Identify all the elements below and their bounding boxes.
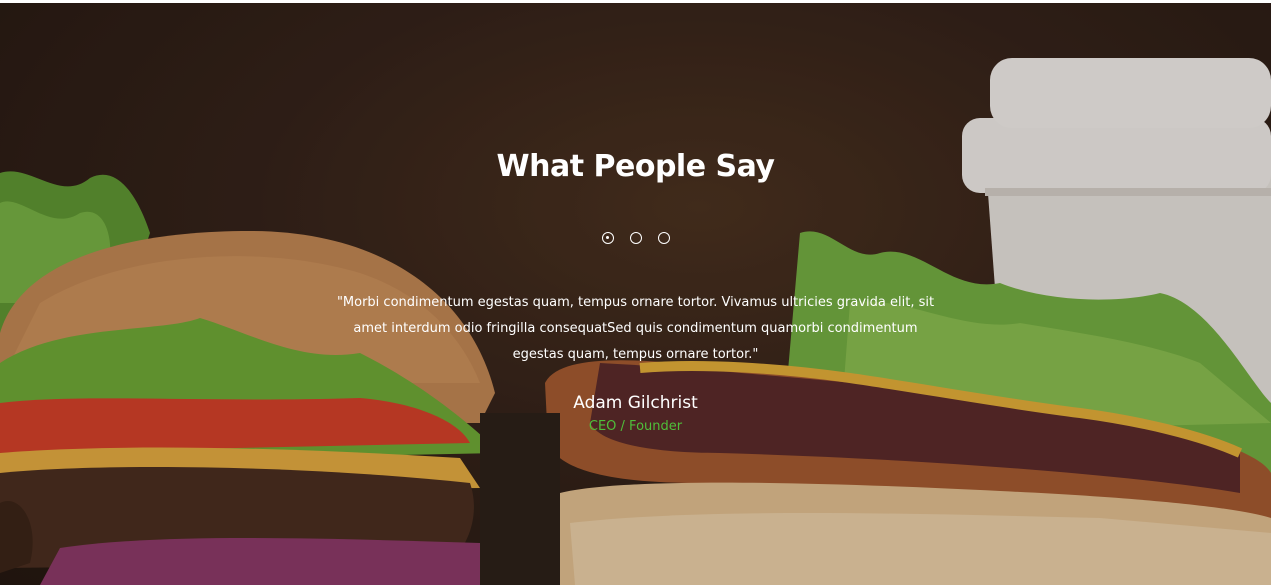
testimonial-quote: "Morbi condimentum egestas quam, tempus … xyxy=(336,295,935,362)
author-name: Adam Gilchrist xyxy=(573,393,698,413)
slider-dot-3[interactable] xyxy=(657,232,670,244)
author-role: CEO / Founder xyxy=(588,419,683,434)
testimonials-section: What People Say "Morbi condimentum egest… xyxy=(0,3,1271,585)
slider-dot-1[interactable] xyxy=(601,232,614,244)
section-title: What People Say xyxy=(496,149,775,184)
slider-dot-2[interactable] xyxy=(629,232,642,244)
page: What People Say "Morbi condimentum egest… xyxy=(0,0,1271,585)
slider-dots xyxy=(0,232,1271,244)
